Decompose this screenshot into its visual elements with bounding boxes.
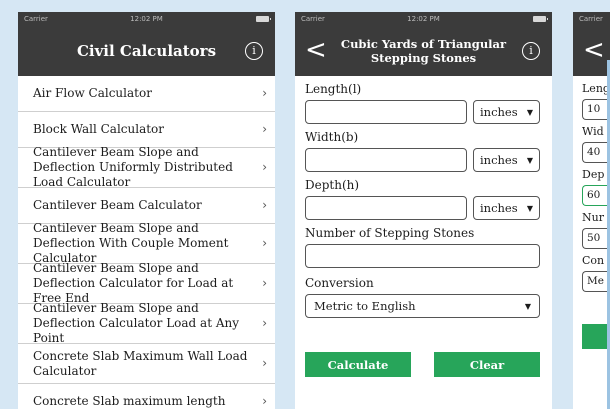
info-icon[interactable]: i [522,41,540,60]
status-time: 12:02 PM [407,14,440,23]
calculator-list-screen: Carrier 12:02 PM Civil Calculators i Air… [18,12,275,409]
conversion-select[interactable]: Me [582,271,610,292]
width-input[interactable]: 40 [582,142,610,163]
calculate-button[interactable]: Calculate [305,352,411,377]
chevron-right-icon: › [262,86,267,100]
width-label: Width(b) [305,130,359,144]
list-item[interactable]: Concrete Slab Maximum Wall Load Calculat… [18,344,275,384]
list-item-label: Concrete Slab Maximum Wall Load Calculat… [33,348,248,378]
length-unit-value: inches [480,105,518,119]
status-bar: Carrier 12:02 PM [18,12,275,25]
status-bar: Carrier 12:02 PM [295,12,552,25]
nav-bar: Civil Calculators i [18,25,275,76]
info-icon[interactable]: i [245,41,263,60]
depth-label: Depth(h) [305,178,360,192]
calculate-button[interactable] [582,324,610,349]
length-input[interactable] [305,100,467,124]
field-label: Nur [582,211,604,224]
length-input[interactable]: 10 [582,99,610,120]
calculator-form: Length(l) inches ▼ Width(b) inches ▼ Dep… [295,76,552,377]
stones-label: Number of Stepping Stones [305,226,475,240]
stones-input[interactable]: 50 [582,228,610,249]
back-chevron-icon[interactable]: < [305,36,327,64]
chevron-right-icon: › [262,160,267,174]
caret-down-icon: ▼ [526,203,533,213]
list-item-label: Concrete Slab maximum length [33,394,226,408]
caret-down-icon: ▼ [524,301,531,311]
list-item[interactable]: Cantilever Beam Slope and Deflection Cal… [18,301,275,345]
stones-input[interactable] [305,244,540,268]
battery-icon [256,15,271,22]
depth-unit-select[interactable]: inches ▼ [473,196,540,220]
conversion-label: Conversion [305,276,374,290]
list-item[interactable]: Cantilever Beam Slope and Deflection Wit… [18,221,275,265]
list-item-label: Cantilever Beam Slope and Deflection Uni… [33,145,233,189]
list-item-label: Cantilever Beam Slope and Deflection Cal… [33,301,239,345]
width-unit-select[interactable]: inches ▼ [473,148,540,172]
width-unit-value: inches [480,153,518,167]
chevron-right-icon: › [262,276,267,290]
calculator-form-screen: Carrier 12:02 PM < Cubic Yards of Triang… [295,12,552,409]
chevron-right-icon: › [262,356,267,370]
chevron-right-icon: › [262,236,267,250]
chevron-right-icon: › [262,122,267,136]
list-item-label: Air Flow Calculator [33,86,152,100]
list-item[interactable]: Block Wall Calculator › [18,112,275,148]
calculator-list: Air Flow Calculator › Block Wall Calcula… [18,76,275,409]
status-bar: Carrier [573,12,610,25]
field-label: Leng [582,82,610,95]
list-item-label: Block Wall Calculator [33,122,165,136]
depth-input[interactable]: 60 [582,185,610,206]
carrier-label: Carrier [579,14,603,23]
chevron-right-icon: › [262,198,267,212]
field-label: Dep [582,168,605,181]
conversion-select[interactable]: Metric to English ▼ [305,294,540,318]
length-unit-select[interactable]: inches ▼ [473,100,540,124]
depth-input[interactable] [305,196,467,220]
list-item[interactable]: Cantilever Beam Calculator › [18,188,275,224]
list-item[interactable]: Air Flow Calculator › [18,76,275,112]
list-item[interactable]: Cantilever Beam Slope and Deflection Cal… [18,261,275,305]
battery-icon [533,15,548,22]
width-input[interactable] [305,148,467,172]
list-item-label: Cantilever Beam Slope and Deflection Wit… [33,221,229,265]
filled-form: Leng 10 Wid 40 Dep 60 Nur 50 Con Me [573,76,610,349]
back-chevron-icon[interactable]: < [583,36,605,64]
page-title: Civil Calculators [76,41,217,60]
filled-form-screen: Carrier < Leng 10 Wid 40 Dep 60 Nur 50 C… [573,12,610,409]
nav-bar: < Cubic Yards of Triangular Stepping Sto… [295,25,552,76]
field-label: Con [582,254,605,267]
status-time: 12:02 PM [130,14,163,23]
conversion-value: Metric to English [314,299,416,313]
chevron-right-icon: › [262,394,267,408]
caret-down-icon: ▼ [526,107,533,117]
list-item[interactable]: Cantilever Beam Slope and Deflection Uni… [18,145,275,189]
nav-bar: < [573,25,610,76]
chevron-right-icon: › [262,316,267,330]
list-item-label: Cantilever Beam Slope and Deflection Cal… [33,261,234,305]
page-title: Cubic Yards of Triangular Stepping Stone… [340,36,507,65]
length-label: Length(l) [305,82,362,96]
depth-unit-value: inches [480,201,518,215]
list-item[interactable]: Concrete Slab maximum length › [18,384,275,409]
field-label: Wid [582,125,604,138]
clear-button[interactable]: Clear [434,352,540,377]
list-item-label: Cantilever Beam Calculator [33,198,202,212]
caret-down-icon: ▼ [526,155,533,165]
